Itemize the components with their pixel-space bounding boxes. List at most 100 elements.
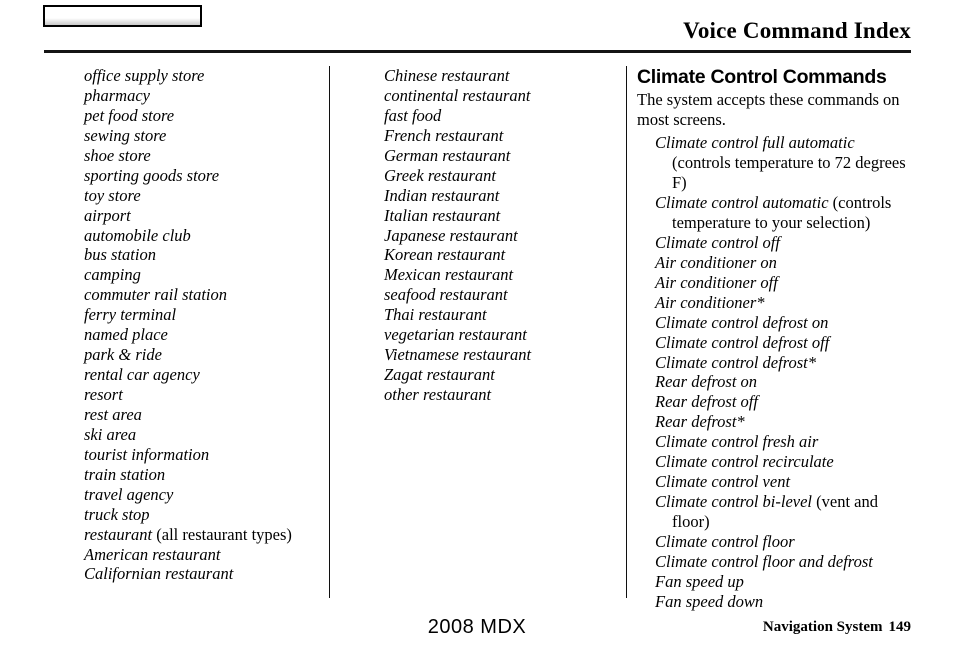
command-text: Climate control vent bbox=[655, 472, 791, 492]
voice-command-item: resort bbox=[84, 385, 319, 405]
header-divider-rule bbox=[44, 50, 911, 53]
voice-command-item: French restaurant bbox=[384, 126, 616, 146]
command-text: ferry terminal bbox=[84, 305, 177, 325]
command-text: French restaurant bbox=[384, 125, 504, 145]
command-text: continental restaurant bbox=[384, 85, 531, 105]
command-text: Indian restaurant bbox=[384, 185, 500, 205]
voice-command-item: Chinese restaurant bbox=[384, 66, 616, 86]
chapter-tab-box bbox=[43, 5, 202, 27]
command-text: vegetarian restaurant bbox=[384, 325, 527, 345]
voice-command-item: Climate control bi-level (vent and floor… bbox=[637, 492, 912, 532]
command-text: pet food store bbox=[84, 105, 175, 125]
page-header: Voice Command Index bbox=[0, 0, 954, 53]
voice-command-item: truck stop bbox=[84, 505, 319, 525]
voice-command-item: travel agency bbox=[84, 485, 319, 505]
voice-command-item: airport bbox=[84, 206, 319, 226]
voice-command-item: other restaurant bbox=[384, 385, 616, 405]
voice-command-item: Korean restaurant bbox=[384, 245, 616, 265]
voice-command-item: Climate control off bbox=[637, 233, 912, 253]
command-text: Climate control recirculate bbox=[655, 452, 834, 472]
command-text: pharmacy bbox=[84, 85, 150, 105]
voice-command-item: Climate control vent bbox=[637, 472, 912, 492]
command-text: Californian restaurant bbox=[84, 564, 234, 584]
command-text: Rear defrost on bbox=[655, 372, 758, 392]
voice-command-item: rest area bbox=[84, 405, 319, 425]
voice-command-item: Air conditioner* bbox=[637, 293, 912, 313]
command-text: toy store bbox=[84, 185, 141, 205]
command-text: bus station bbox=[84, 245, 156, 265]
command-text: sewing store bbox=[84, 125, 167, 145]
voice-command-item: Fan speed up bbox=[637, 572, 912, 592]
command-text: Air conditioner* bbox=[655, 292, 765, 312]
voice-command-item: commuter rail station bbox=[84, 285, 319, 305]
voice-command-item: Rear defrost* bbox=[637, 412, 912, 432]
voice-command-item: Climate control recirculate bbox=[637, 452, 912, 472]
command-text: ski area bbox=[84, 424, 137, 444]
voice-command-item: named place bbox=[84, 325, 319, 345]
command-text: rental car agency bbox=[84, 365, 200, 385]
command-text: Thai restaurant bbox=[384, 305, 487, 325]
command-text: Climate control floor bbox=[655, 531, 795, 551]
command-text: Air conditioner on bbox=[655, 252, 777, 272]
command-text: fast food bbox=[384, 105, 442, 125]
command-text: Climate control automatic bbox=[655, 193, 829, 212]
voice-command-item: bus station bbox=[84, 245, 319, 265]
column-divider-1 bbox=[329, 66, 330, 598]
voice-command-item: seafood restaurant bbox=[384, 285, 616, 305]
command-text: sporting goods store bbox=[84, 165, 220, 185]
command-text: named place bbox=[84, 325, 168, 345]
footer-section-name: Navigation System bbox=[762, 619, 883, 635]
voice-command-item: park & ride bbox=[84, 345, 319, 365]
command-text: Climate control floor and defrost bbox=[655, 551, 873, 571]
command-text: Climate control bi-level bbox=[655, 492, 813, 512]
column-two: Chinese restaurant continental restaurant… bbox=[384, 66, 616, 405]
command-text: Rear defrost* bbox=[655, 412, 745, 432]
command-text: Air conditioner off bbox=[655, 272, 778, 292]
command-text: Climate control full automatic bbox=[655, 133, 855, 153]
section-intro-text: The system accepts these commands on mos… bbox=[637, 90, 900, 129]
voice-command-list-poi: office supply store pharmacy pet food stor… bbox=[84, 66, 319, 584]
voice-command-item: rental car agency bbox=[84, 365, 319, 385]
command-text: American restaurant bbox=[84, 544, 221, 564]
command-text: tourist information bbox=[84, 444, 210, 464]
command-text: Vietnamese restaurant bbox=[384, 345, 532, 365]
command-text: airport bbox=[84, 205, 131, 225]
command-text: Climate control defrost on bbox=[655, 312, 829, 332]
command-text: Fan speed up bbox=[655, 571, 744, 591]
command-text: park & ride bbox=[84, 345, 162, 365]
voice-command-item: Californian restaurant bbox=[84, 564, 319, 584]
voice-command-item: fast food bbox=[384, 106, 616, 126]
voice-command-item: Climate control defrost* bbox=[637, 353, 912, 373]
voice-command-list-restaurants: Chinese restaurant continental restaurant… bbox=[384, 66, 616, 405]
voice-command-item: Vietnamese restaurant bbox=[384, 345, 616, 365]
voice-command-item: Climate control defrost off bbox=[637, 333, 912, 353]
voice-command-item: sporting goods store bbox=[84, 166, 319, 186]
voice-command-item: Zagat restaurant bbox=[384, 365, 616, 385]
command-text: office supply store bbox=[84, 66, 205, 85]
voice-command-item: pharmacy bbox=[84, 86, 319, 106]
voice-command-item: Climate control full automatic (controls… bbox=[637, 133, 912, 193]
voice-command-item: toy store bbox=[84, 186, 319, 206]
voice-command-item: shoe store bbox=[84, 146, 319, 166]
command-text: Korean restaurant bbox=[384, 245, 506, 265]
voice-command-item: Climate control defrost on bbox=[637, 313, 912, 333]
voice-command-item: American restaurant bbox=[84, 545, 319, 565]
voice-command-item: camping bbox=[84, 265, 319, 285]
command-text: restaurant bbox=[84, 524, 153, 544]
voice-command-item: German restaurant bbox=[384, 146, 616, 166]
voice-command-item: office supply store bbox=[84, 66, 319, 86]
voice-command-item: pet food store bbox=[84, 106, 319, 126]
voice-command-item: Rear defrost off bbox=[637, 392, 912, 412]
voice-command-item: restaurant (all restaurant types) bbox=[84, 525, 319, 545]
command-text: Climate control off bbox=[655, 232, 780, 252]
footer-section-label: Navigation System 149 bbox=[763, 618, 911, 636]
command-text: Climate control defrost* bbox=[655, 352, 817, 372]
voice-command-item: vegetarian restaurant bbox=[384, 325, 616, 345]
voice-command-list-climate: Climate control full automatic (controls… bbox=[637, 133, 912, 612]
command-note: (controls temperature to 72 degrees F) bbox=[672, 153, 906, 193]
voice-command-item: continental restaurant bbox=[384, 86, 616, 106]
voice-command-item: Climate control automatic (controls temp… bbox=[637, 193, 912, 233]
command-text: Japanese restaurant bbox=[384, 225, 518, 245]
command-text: Rear defrost off bbox=[655, 392, 758, 412]
voice-command-item: automobile club bbox=[84, 226, 319, 246]
